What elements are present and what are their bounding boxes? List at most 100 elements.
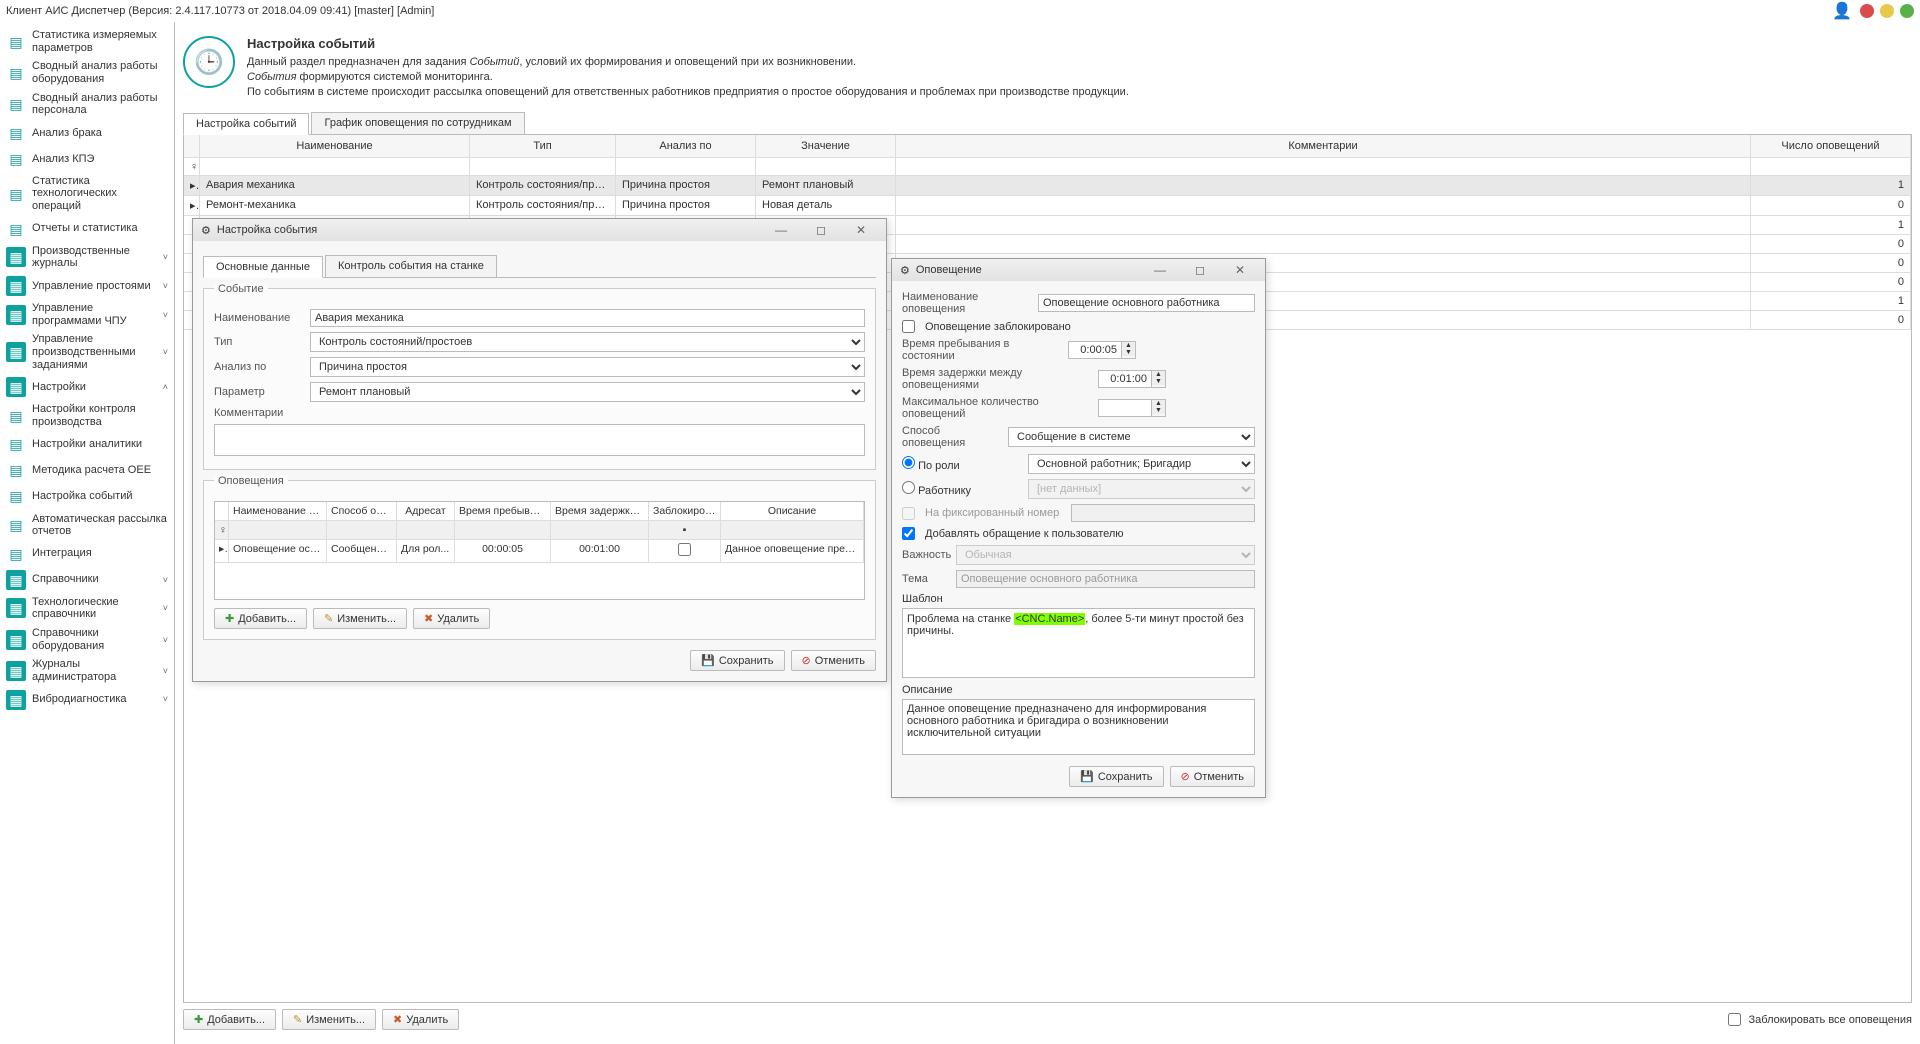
tab-main-data[interactable]: Основные данные (203, 256, 323, 278)
sidebar-item-12[interactable]: ▤Настройки контроля производства (0, 400, 174, 431)
sidebar-icon: ▤ (6, 406, 26, 426)
block-all-check[interactable]: Заблокировать все оповещения (1728, 1013, 1913, 1026)
max-count-spinner[interactable]: ▲▼ (1098, 399, 1166, 417)
sidebar-item-15[interactable]: ▤Настройка событий (0, 484, 174, 510)
template-text[interactable]: Проблема на станке <CNC.Name>, более 5-т… (902, 608, 1255, 678)
sidebar-item-8[interactable]: ▦Управление простоями˅ (0, 273, 174, 299)
sidebar-item-19[interactable]: ▦Технологические справочники˅ (0, 593, 174, 624)
sidebar-item-18[interactable]: ▦Справочники˅ (0, 567, 174, 593)
stay-time-spinner[interactable]: ▲▼ (1068, 341, 1136, 359)
tab-schedule[interactable]: График оповещения по сотрудникам (311, 112, 524, 134)
minimize-icon[interactable] (1880, 4, 1894, 18)
cancel-button[interactable]: ⊘Отменить (791, 650, 876, 671)
delete-button[interactable]: ✖Удалить (382, 1009, 459, 1030)
save-button[interactable]: 💾Сохранить (1069, 766, 1163, 787)
sidebar-item-2[interactable]: ▤Сводный анализ работы персонала (0, 89, 174, 120)
role-select[interactable]: Основной работник; Бригадир (1028, 454, 1255, 474)
panel-header: 🕒 Настройка событий Данный раздел предна… (183, 30, 1912, 108)
role-radio[interactable] (902, 456, 915, 469)
worker-select: [нет данных] (1028, 479, 1255, 499)
close-icon[interactable]: ✕ (844, 223, 878, 237)
sidebar-icon: ▦ (6, 690, 26, 710)
tab-machine-control[interactable]: Контроль события на станке (325, 255, 497, 277)
dialog2-titlebar[interactable]: ⚙ Оповещение — ◻ ✕ (892, 259, 1265, 281)
sidebar-icon: ▦ (6, 276, 26, 296)
window-title: Клиент АИС Диспетчер (Версия: 2.4.117.10… (6, 5, 1832, 17)
sidebar-icon: ▤ (6, 461, 26, 481)
notification-row[interactable]: ▸ Оповещение основ... Сообщение в ... Дл… (215, 540, 864, 563)
chevron-down-icon: ˅ (163, 694, 168, 704)
sidebar-item-0[interactable]: ▤Статистика измеряемых параметров (0, 26, 174, 57)
page-desc: Данный раздел предназначен для задания С… (247, 55, 1129, 100)
sidebar-icon: ▤ (6, 435, 26, 455)
sidebar-icon: ▦ (6, 342, 26, 362)
sidebar-icon: ▤ (6, 149, 26, 169)
sidebar-icon: ▤ (6, 544, 26, 564)
bottom-toolbar: ✚Добавить... ✎Изменить... ✖Удалить Забло… (183, 1003, 1912, 1036)
sidebar-item-20[interactable]: ▦Справочники оборудования˅ (0, 624, 174, 655)
sidebar-icon: ▦ (6, 305, 26, 325)
grid-filter[interactable]: ♀ (184, 158, 1911, 176)
grid-header: Наименование Тип Анализ по Значение Комм… (184, 135, 1911, 158)
maximize-icon[interactable] (1900, 4, 1914, 18)
sidebar-item-11[interactable]: ▦Настройки˄ (0, 374, 174, 400)
method-select[interactable]: Сообщение в системе (1008, 427, 1255, 447)
delay-time-spinner[interactable]: ▲▼ (1098, 370, 1166, 388)
sidebar-icon: ▦ (6, 630, 26, 650)
minimize-icon[interactable]: — (764, 223, 798, 237)
notif-name-input[interactable] (1038, 294, 1255, 312)
tab-events[interactable]: Настройка событий (183, 113, 309, 135)
maximize-icon[interactable]: ◻ (804, 223, 838, 237)
sidebar-item-14[interactable]: ▤Методика расчета OEE (0, 458, 174, 484)
event-analysis-select[interactable]: Причина простоя (310, 357, 865, 377)
settings-icon: 🕒 (183, 36, 235, 88)
close-icon[interactable] (1860, 4, 1874, 18)
maximize-icon[interactable]: ◻ (1183, 263, 1217, 277)
sidebar-item-1[interactable]: ▤Сводный анализ работы оборудования (0, 57, 174, 88)
sidebar-item-22[interactable]: ▦Вибродиагностика˅ (0, 687, 174, 713)
sidebar-item-16[interactable]: ▤Автоматическая рассылка отчетов (0, 510, 174, 541)
add-user-check[interactable] (902, 527, 915, 540)
theme-input (956, 570, 1255, 588)
event-type-select[interactable]: Контроль состояний/простоев (310, 332, 865, 352)
table-row[interactable]: ▸Авария механикаКонтроль состояния/причи… (184, 176, 1911, 196)
minimize-icon[interactable]: — (1143, 263, 1177, 277)
sidebar-icon: ▦ (6, 377, 26, 397)
dialog-titlebar[interactable]: ⚙ Настройка события — ◻ ✕ (193, 219, 886, 241)
sidebar-item-4[interactable]: ▤Анализ КПЭ (0, 146, 174, 172)
sidebar-icon: ▤ (6, 219, 26, 239)
cancel-button[interactable]: ⊘Отменить (1170, 766, 1255, 787)
page-title: Настройка событий (247, 36, 1129, 51)
sidebar-item-21[interactable]: ▦Журналы администратора˅ (0, 655, 174, 686)
sidebar-item-7[interactable]: ▦Производственные журналы˅ (0, 242, 174, 273)
notif-edit-button[interactable]: ✎Изменить... (313, 608, 407, 629)
sidebar-item-9[interactable]: ▦Управление программами ЧПУ˅ (0, 299, 174, 330)
sidebar-item-10[interactable]: ▦Управление производственными заданиями˅ (0, 330, 174, 374)
add-button[interactable]: ✚Добавить... (183, 1009, 276, 1030)
chevron-up-icon: ˄ (163, 382, 168, 392)
notif-blocked-check[interactable] (902, 320, 915, 333)
sidebar-icon: ▤ (6, 94, 26, 114)
sidebar-icon: ▤ (6, 515, 26, 535)
edit-button[interactable]: ✎Изменить... (282, 1009, 376, 1030)
event-name-input[interactable] (310, 309, 865, 327)
notif-delete-button[interactable]: ✖Удалить (413, 608, 490, 629)
sidebar-item-13[interactable]: ▤Настройки аналитики (0, 432, 174, 458)
chevron-down-icon: ˅ (163, 635, 168, 645)
sidebar-item-17[interactable]: ▤Интеграция (0, 541, 174, 567)
bell-icon: ⚙ (900, 264, 910, 277)
event-comment-text[interactable] (214, 424, 865, 456)
user-icon[interactable]: 👤 (1832, 1, 1852, 21)
table-row[interactable]: ▸Ремонт-механикаКонтроль состояния/причи… (184, 196, 1911, 216)
close-icon[interactable]: ✕ (1223, 263, 1257, 277)
sidebar-icon: ▦ (6, 570, 26, 590)
desc-text[interactable]: Данное оповещение предназначено для инфо… (902, 699, 1255, 755)
save-button[interactable]: 💾Сохранить (690, 650, 784, 671)
sidebar-item-3[interactable]: ▤Анализ брака (0, 120, 174, 146)
sidebar-item-6[interactable]: ▤Отчеты и статистика (0, 216, 174, 242)
worker-radio[interactable] (902, 481, 915, 494)
notif-add-button[interactable]: ✚Добавить... (214, 608, 307, 629)
sidebar-item-5[interactable]: ▤Статистика технологических операций (0, 172, 174, 216)
notification-dialog: ⚙ Оповещение — ◻ ✕ Наименование оповещен… (891, 258, 1266, 798)
event-param-select[interactable]: Ремонт плановый (310, 382, 865, 402)
